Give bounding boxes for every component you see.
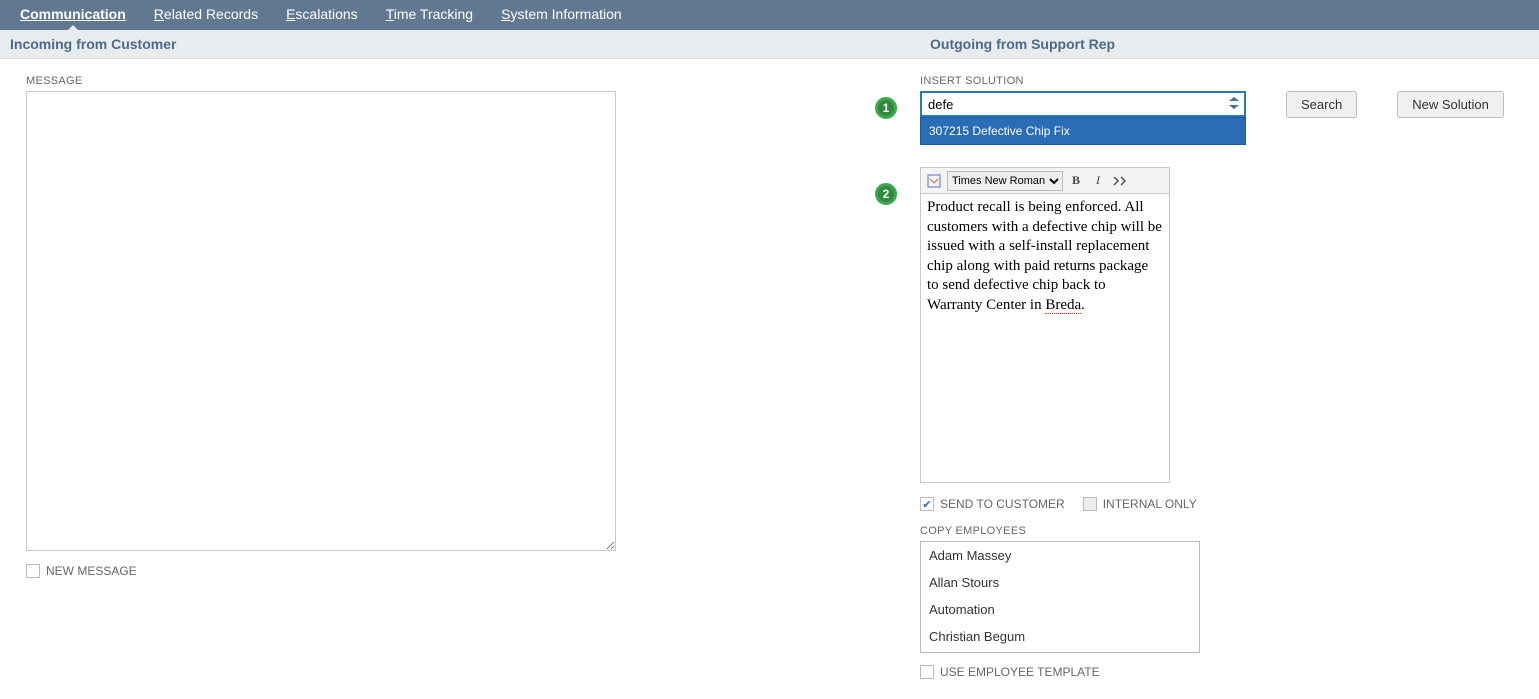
- editor-body[interactable]: Product recall is being enforced. All cu…: [920, 193, 1170, 483]
- message-textarea[interactable]: [26, 91, 616, 551]
- reply-editor: Times New Roman B I Product recall is be…: [920, 167, 1170, 483]
- send-to-customer-label: SEND TO CUSTOMER: [940, 497, 1065, 511]
- editor-toolbar: Times New Roman B I: [920, 167, 1170, 193]
- tab-system-information[interactable]: System Information: [487, 0, 636, 30]
- new-message-checkbox[interactable]: [26, 564, 40, 578]
- search-button[interactable]: Search: [1286, 91, 1357, 118]
- insert-solution-input[interactable]: [920, 91, 1246, 117]
- employee-option[interactable]: Allan Stours: [921, 569, 1199, 596]
- section-header-incoming: Incoming from Customer: [0, 30, 920, 58]
- insert-solution-dropdown: 307215 Defective Chip Fix: [920, 117, 1246, 145]
- callout-badge-1: 1: [875, 97, 897, 119]
- callout-badge-2: 2: [875, 183, 897, 205]
- incoming-column: MESSAGE NEW MESSAGE: [10, 69, 920, 578]
- employee-option[interactable]: Adam Massey: [921, 542, 1199, 569]
- editor-italic-button[interactable]: I: [1089, 172, 1107, 190]
- editor-font-select[interactable]: Times New Roman: [947, 171, 1063, 191]
- tab-related-records[interactable]: Related Records: [140, 0, 272, 30]
- tab-time-tracking[interactable]: Time Tracking: [372, 0, 487, 30]
- use-employee-template-checkbox[interactable]: [920, 665, 934, 679]
- section-headers: Incoming from Customer Outgoing from Sup…: [0, 30, 1539, 59]
- editor-source-icon[interactable]: [925, 172, 943, 190]
- outgoing-column: INSERT SOLUTION 1 2 307215 Defective Chi…: [920, 69, 1529, 679]
- copy-employees-list[interactable]: Adam Massey Allan Stours Automation Chri…: [920, 541, 1200, 653]
- message-label: MESSAGE: [26, 75, 900, 87]
- internal-only-checkbox[interactable]: [1083, 497, 1097, 511]
- dropdown-option[interactable]: 307215 Defective Chip Fix: [921, 118, 1245, 144]
- employee-option[interactable]: Christian Begum: [921, 623, 1199, 650]
- tab-bar: Communication Related Records Escalation…: [0, 0, 1539, 30]
- internal-only-label: INTERNAL ONLY: [1103, 497, 1197, 511]
- new-solution-button[interactable]: New Solution: [1397, 91, 1504, 118]
- send-to-customer-checkbox[interactable]: ✔: [920, 497, 934, 511]
- use-employee-template-label: USE EMPLOYEE TEMPLATE: [940, 665, 1100, 679]
- editor-more-button[interactable]: [1111, 172, 1129, 190]
- tab-communication[interactable]: Communication: [6, 0, 140, 30]
- copy-employees-label: COPY EMPLOYEES: [920, 525, 1200, 537]
- insert-solution-label: INSERT SOLUTION: [920, 75, 1529, 87]
- insert-solution-combo: 307215 Defective Chip Fix: [920, 91, 1246, 117]
- employee-option[interactable]: Automation: [921, 596, 1199, 623]
- section-header-outgoing: Outgoing from Support Rep: [920, 30, 1539, 58]
- tab-escalations[interactable]: Escalations: [272, 0, 372, 30]
- new-message-label: NEW MESSAGE: [46, 564, 137, 578]
- editor-bold-button[interactable]: B: [1067, 172, 1085, 190]
- combo-arrow-icon[interactable]: [1226, 95, 1242, 111]
